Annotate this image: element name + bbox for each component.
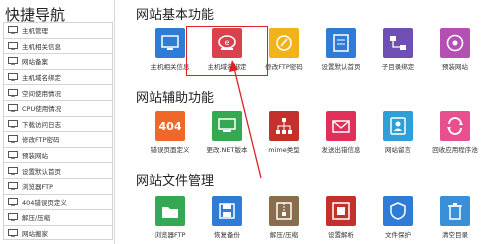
error-icon — [7, 197, 18, 206]
sidebar-item[interactable]: 网站备案 — [3, 53, 113, 69]
sidebar-item[interactable]: 浏览器FTP — [3, 177, 113, 194]
sidebar-item-label: 修改FTP密码 — [22, 136, 60, 145]
sidebar-item[interactable]: 设置默认首页 — [3, 162, 113, 178]
monitor-icon — [7, 26, 18, 35]
sidebar-item[interactable]: 主机管理 — [3, 22, 113, 38]
document-icon — [7, 57, 18, 66]
sidebar-item-label: 解压/压缩 — [22, 214, 51, 223]
sidebar-item-label: 设置默认首页 — [22, 167, 61, 176]
annotation-arrow — [229, 60, 262, 179]
sidebar-item[interactable]: 空间使用情况 — [3, 84, 113, 100]
sidebar-item[interactable]: 主机相关信息 — [3, 37, 113, 54]
sidebar-item-label: 主机管理 — [22, 27, 48, 36]
sidebar-item-label: 404错误页定义 — [22, 198, 67, 207]
sidebar-item[interactable]: 下载访问日志 — [3, 115, 113, 132]
disk-icon — [7, 88, 18, 97]
install-icon — [7, 151, 18, 160]
monitor-icon — [7, 41, 18, 50]
sidebar-item-label: CPU使用情况 — [22, 105, 62, 114]
sidebar-item-label: 网站备案 — [22, 58, 48, 67]
key-icon — [7, 135, 18, 144]
sidebar-list: 主机管理主机相关信息 网站备案主机域名绑定 空间使用情况 CPU使用情况 下载访问日志修… — [3, 22, 113, 241]
folder-icon — [7, 182, 18, 191]
sidebar-item[interactable]: 修改FTP密码 — [3, 131, 113, 147]
cpu-icon — [7, 104, 18, 113]
quick-nav-sidebar: 快捷导航 主机管理 主机相关信息 网站备案 主机域名绑定 空间使用情况 CPU使用情况 下载… — [0, 0, 115, 244]
home-icon — [7, 166, 18, 175]
sidebar-item-label: 主机域名绑定 — [22, 74, 61, 83]
sidebar-item-label: 预装网站 — [22, 152, 48, 161]
sidebar-item-label: 下载访问日志 — [22, 120, 61, 129]
sidebar-item[interactable]: 解压/压缩 — [3, 209, 113, 225]
zip-icon — [7, 213, 18, 222]
sidebar-item[interactable]: 预装网站 — [3, 146, 113, 163]
sidebar-item[interactable]: 主机域名绑定 — [3, 68, 113, 85]
sidebar-item-label: 网站搬家 — [22, 229, 48, 238]
sidebar-item-label: 浏览器FTP — [22, 183, 54, 192]
monitor-icon — [7, 73, 18, 82]
move-icon — [7, 228, 18, 237]
sidebar-item-label: 空间使用情况 — [22, 89, 61, 98]
download-icon — [7, 119, 18, 128]
sidebar-item[interactable]: 网站搬家 — [3, 224, 113, 241]
main-panel: 网站基本功能 主机相关信息 e 主机域名绑定 修改FTP密码 设置默认首页 子目录绑定 预装… — [118, 0, 498, 244]
sidebar-item-label: 主机相关信息 — [22, 42, 61, 51]
sidebar-item[interactable]: 404错误页定义 — [3, 193, 113, 210]
sidebar-item[interactable]: CPU使用情况 — [3, 99, 113, 116]
